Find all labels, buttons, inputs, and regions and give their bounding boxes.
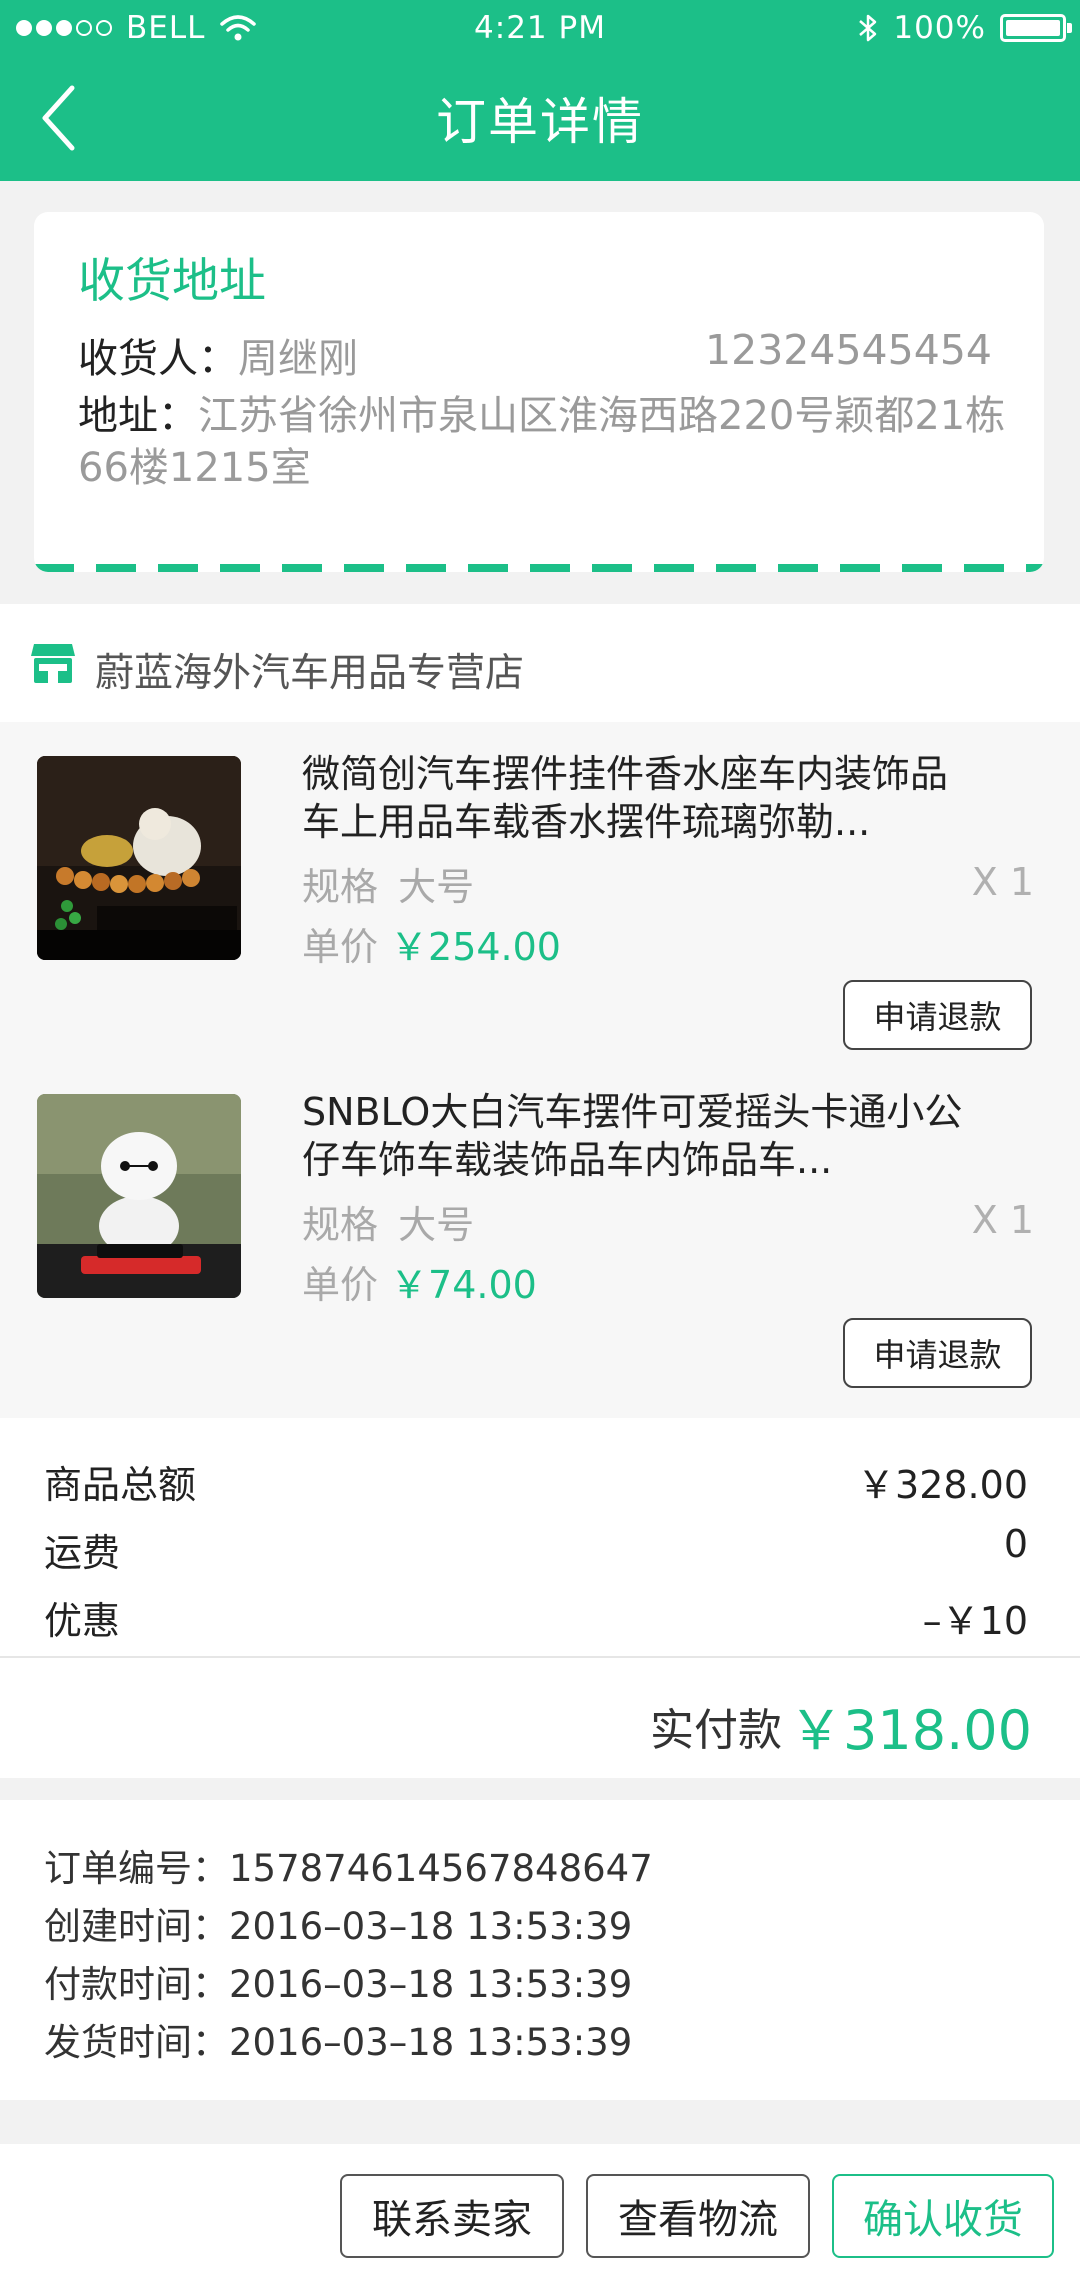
discount-row: 优惠 –￥10 [44,1590,1028,1645]
address-label: 地址： [78,393,198,439]
paid-time-row: 付款时间：2016–03–18 13:53:39 [44,1954,632,2008]
subtotal-value: ￥328.00 [857,1463,1028,1507]
shipped-time-row: 发货时间：2016–03–18 13:53:39 [44,2012,632,2066]
shipping-label: 运费 [44,1531,121,1575]
battery-icon [1000,14,1072,42]
product-price-label: 单价 [302,1263,379,1307]
app-header: BELL 4:21 PM 100% 订单详情 [0,0,1080,181]
product-quantity: X 1 [971,860,1034,904]
paid-time-label: 付款时间： [44,1963,229,2006]
order-summary: 商品总额 ￥328.00 运费 0 优惠 –￥10 实付款 ￥318.00 [0,1418,1080,1778]
order-number-label: 订单编号： [44,1847,229,1890]
product-title: 微简创汽车摆件挂件香水座车内装饰品车上用品车载香水摆件琉璃弥勒... [302,752,949,844]
order-number: 157874614567848647 [229,1847,653,1890]
refund-button[interactable]: 申请退款 [843,1318,1032,1388]
baymax-figurine-image [37,1094,241,1298]
product-thumbnail [37,756,241,960]
product-item[interactable]: SNBLO大白汽车摆件可爱摇头卡通小公仔车饰车载装饰品车内饰品车... 规格 大… [0,1060,1080,1398]
recipient-label: 收货人： [78,336,238,382]
order-number-row: 订单编号：157874614567848647 [44,1838,653,1892]
shipping-row: 运费 0 [44,1522,1028,1577]
address-card: 收货地址 收货人：周继刚 12324545454 地址：江苏省徐州市泉山区淮海西… [34,212,1044,572]
shop-row[interactable]: 蔚蓝海外汽车用品专营店 [0,604,1080,722]
product-item[interactable]: 微简创汽车摆件挂件香水座车内装饰品车上用品车载香水摆件琉璃弥勒... 规格 大号… [0,722,1080,1060]
product-title: SNBLO大白汽车摆件可爱摇头卡通小公仔车饰车载装饰品车内饰品车... [302,1090,963,1182]
recipient-row: 收货人：周继刚 [78,326,358,384]
paid-label: 实付款 [650,1705,782,1756]
discount-label: 优惠 [44,1599,121,1643]
paid-amount: ￥318.00 [789,1699,1032,1762]
recipient-phone: 12324545454 [705,326,992,374]
address-text: 江苏省徐州市泉山区淮海西路220号颖都21栋66楼1215室 [78,393,1006,491]
shipped-time: 2016–03–18 13:53:39 [229,2021,633,2064]
confirm-receipt-button[interactable]: 确认收货 [832,2174,1054,2258]
product-thumbnail [37,1094,241,1298]
refund-button[interactable]: 申请退款 [843,980,1032,1050]
shipped-time-label: 发货时间： [44,2021,229,2064]
recipient-name: 周继刚 [238,336,358,382]
product-price-row: 单价 ￥254.00 [302,916,561,971]
address-dashed-border [34,564,1044,572]
shipping-value: 0 [1003,1522,1028,1566]
battery-level [1006,20,1060,36]
view-logistics-button[interactable]: 查看物流 [586,2174,810,2258]
page-title: 订单详情 [436,93,644,151]
product-spec-label: 规格 [302,1203,379,1247]
created-time-row: 创建时间：2016–03–18 13:53:39 [44,1896,632,1950]
product-spec-value: 大号 [398,1203,475,1247]
product-quantity: X 1 [971,1198,1034,1242]
product-price-row: 单价 ￥74.00 [302,1254,537,1309]
battery-percent: 100% [893,10,986,46]
status-right: 100% [857,10,1072,46]
paid-time: 2016–03–18 13:53:39 [229,1963,633,2006]
bottom-action-bar: 联系卖家 查看物流 确认收货 [0,2144,1080,2272]
created-time: 2016–03–18 13:53:39 [229,1905,633,1948]
shop-name: 蔚蓝海外汽车用品专营店 [95,651,525,696]
address-section-title: 收货地址 [78,254,266,309]
status-bar: BELL 4:21 PM 100% [0,0,1080,52]
created-time-label: 创建时间： [44,1905,229,1948]
buddha-figurine-image [37,756,241,960]
bluetooth-icon [859,14,877,42]
product-spec-label: 规格 [302,865,379,909]
subtotal-label: 商品总额 [44,1463,197,1507]
store-icon [31,644,75,683]
product-spec: 规格 大号 [302,1194,474,1249]
contact-seller-button[interactable]: 联系卖家 [340,2174,564,2258]
product-list: 微简创汽车摆件挂件香水座车内装饰品车上用品车载香水摆件琉璃弥勒... 规格 大号… [0,722,1080,1418]
product-price: ￥74.00 [390,1263,537,1307]
summary-divider [0,1656,1080,1658]
product-price-label: 单价 [302,925,379,969]
product-spec: 规格 大号 [302,856,474,911]
product-spec-value: 大号 [398,865,475,909]
order-info: 订单编号：157874614567848647 创建时间：2016–03–18 … [0,1800,1080,2100]
product-price: ￥254.00 [390,925,561,969]
address-row: 地址：江苏省徐州市泉山区淮海西路220号颖都21栋66楼1215室 [78,390,1023,494]
subtotal-row: 商品总额 ￥328.00 [44,1454,1028,1509]
discount-value: –￥10 [922,1599,1028,1643]
